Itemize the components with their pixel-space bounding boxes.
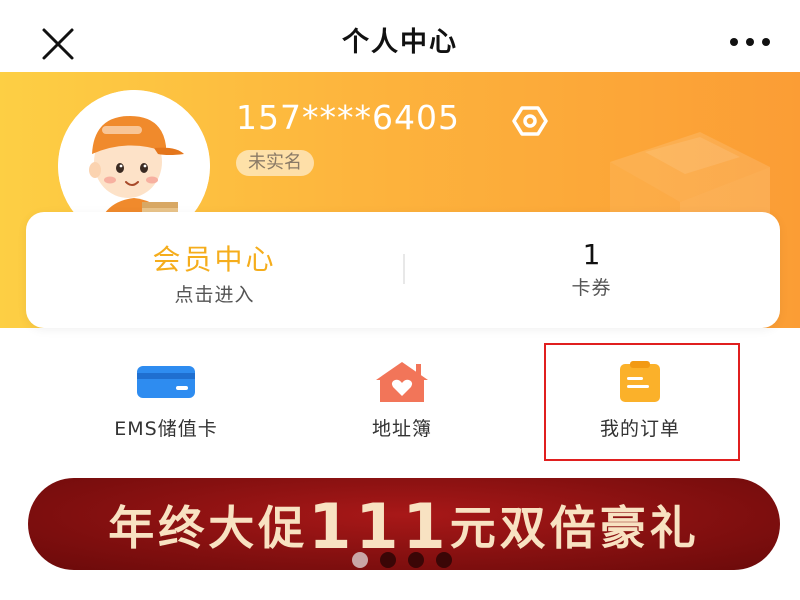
top-bar: 个人中心 — [0, 0, 800, 72]
coupon-label: 卡券 — [571, 277, 612, 299]
menu-item-address-book[interactable]: 地址簿 — [302, 348, 502, 460]
switch-account-button[interactable] — [508, 104, 552, 138]
more-horizontal-icon — [730, 38, 770, 46]
coupon-count: 1 — [582, 238, 601, 271]
member-card: 会员中心 点击进入 1 卡券 — [26, 212, 780, 328]
carousel-dot[interactable] — [436, 552, 452, 568]
banner-suffix: 元双倍豪礼 — [449, 501, 700, 555]
card-icon — [137, 366, 195, 398]
member-center-title: 会员中心 — [152, 243, 277, 276]
carousel-dot[interactable] — [408, 552, 424, 568]
page-title: 个人中心 — [342, 27, 458, 58]
menu-item-my-orders[interactable]: 我的订单 — [540, 348, 740, 460]
realname-status-badge[interactable]: 未实名 — [236, 150, 314, 176]
coupons-entry[interactable]: 1 卡券 — [403, 212, 780, 328]
clipboard-icon — [620, 361, 660, 402]
member-center-subtitle: 点击进入 — [174, 284, 255, 306]
menu-label: 我的订单 — [599, 418, 680, 440]
carousel-dot[interactable] — [352, 552, 368, 568]
house-heart-icon — [376, 362, 428, 402]
carousel-dot[interactable] — [380, 552, 396, 568]
more-button[interactable] — [728, 32, 772, 52]
phone-number: 157****6405 — [236, 98, 460, 137]
menu-label: 地址簿 — [371, 418, 432, 440]
switch-account-icon — [512, 106, 548, 136]
member-center-entry[interactable]: 会员中心 点击进入 — [26, 212, 403, 328]
banner-text: 年终大促111元双倍豪礼 — [28, 486, 780, 563]
menu-label: EMS储值卡 — [114, 418, 218, 440]
menu-item-ems-card[interactable]: EMS储值卡 — [66, 348, 266, 460]
carousel-dots — [350, 552, 460, 568]
banner-prefix: 年终大促 — [108, 501, 309, 555]
